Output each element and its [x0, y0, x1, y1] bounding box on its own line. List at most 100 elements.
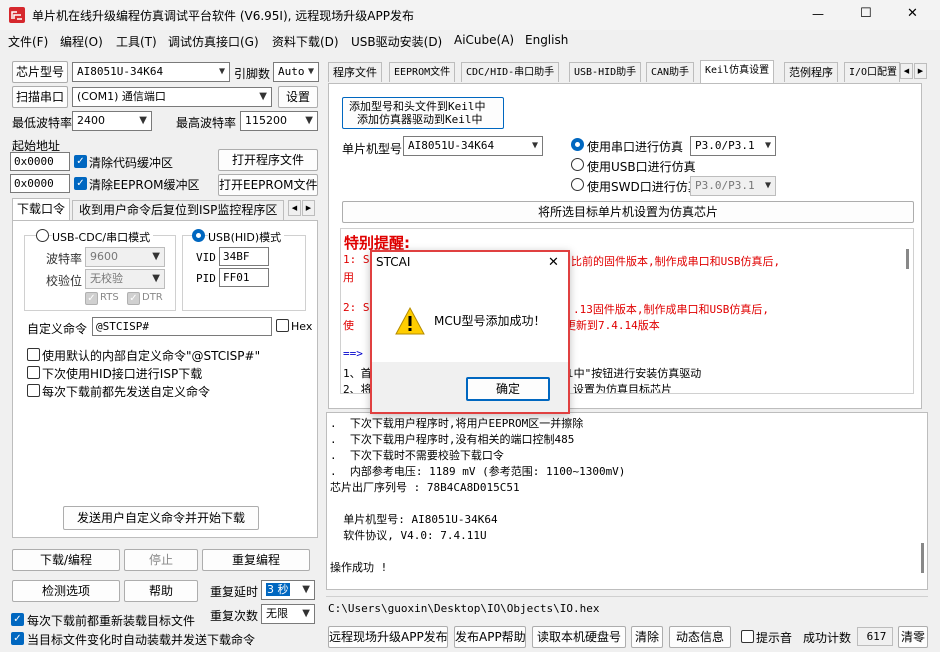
pins-select[interactable]: Auto ▼: [273, 62, 319, 82]
cdc-mode-radio[interactable]: [36, 229, 49, 242]
minimize-button[interactable]: —: [812, 7, 824, 21]
menu-debug[interactable]: 调试仿真接口(G): [168, 33, 259, 50]
tab-keil-settings[interactable]: Keil仿真设置: [700, 60, 775, 83]
tab-serial-assistant[interactable]: CDC/HID-串口助手: [461, 62, 560, 82]
tab-usb-hid-assistant[interactable]: USB-HID助手: [569, 62, 642, 82]
clear-code-checkbox[interactable]: ✓: [74, 155, 87, 168]
parity-select[interactable]: 无校验 ▼: [85, 269, 165, 289]
hid-isp-checkbox[interactable]: [27, 366, 40, 379]
hex-checkbox[interactable]: [276, 319, 289, 332]
dialog-ok-button[interactable]: 确定: [466, 377, 550, 401]
clear-log-button[interactable]: 清除: [631, 626, 663, 648]
mcu-model-label: 单片机型号: [342, 142, 403, 156]
notice-tail: .13固件版本,制作成串口和USB仿真后,: [573, 303, 769, 316]
menu-file[interactable]: 文件(F): [8, 33, 48, 50]
chevron-down-icon: ▼: [218, 66, 225, 77]
clear-eeprom-label: 清除EEPROM缓冲区: [89, 178, 200, 192]
download-program-button[interactable]: 下载/编程: [12, 549, 120, 571]
menu-usb-driver[interactable]: USB驱动安装(D): [351, 33, 442, 50]
dtr-checkbox[interactable]: ✓: [127, 292, 140, 305]
set-emulator-chip-button[interactable]: 将所选目标单片机设置为仿真芯片: [342, 201, 914, 223]
clear-code-label: 清除代码缓冲区: [89, 156, 174, 170]
min-baud-select[interactable]: 2400 ▼: [72, 111, 152, 131]
stop-button[interactable]: 停止: [124, 549, 198, 571]
mcu-model-select[interactable]: AI8051U-34K64 ▼: [403, 136, 543, 156]
menu-tools[interactable]: 工具(T): [116, 33, 157, 50]
notice-scrollbar[interactable]: [906, 249, 909, 269]
tab-can-assistant[interactable]: CAN助手: [646, 62, 695, 82]
send-before-download-label: 每次下载前都先发送自定义命令: [42, 385, 211, 399]
chevron-down-icon: ▼: [139, 115, 147, 126]
tab-io-config[interactable]: I/O口配置: [844, 62, 900, 82]
send-command-download-button[interactable]: 发送用户自定义命令并开始下载: [63, 506, 259, 530]
notice-line: ==>: [343, 347, 363, 360]
code-address-input[interactable]: 0x0000: [10, 152, 70, 171]
repeat-program-button[interactable]: 重复编程: [202, 549, 310, 571]
app-icon: [8, 6, 26, 24]
chip-model-select[interactable]: AI8051U-34K64 ▼: [72, 62, 230, 82]
repeat-count-select[interactable]: 无限 ▼: [261, 604, 315, 624]
menu-program[interactable]: 编程(O): [60, 33, 103, 50]
log-scrollbar[interactable]: [921, 543, 924, 573]
auto-load-checkbox[interactable]: ✓: [11, 632, 24, 645]
serial-pins-select[interactable]: P3.0/P3.1 ▼: [690, 136, 776, 156]
custom-command-input[interactable]: @STCISP#: [92, 317, 272, 336]
menu-docs[interactable]: 资料下载(D): [272, 33, 339, 50]
open-eeprom-button[interactable]: 打开EEPROM文件: [218, 174, 318, 196]
tab-scroll-right-icon[interactable]: ▶: [914, 63, 927, 79]
serial-sim-radio[interactable]: [571, 138, 584, 151]
max-baud-select[interactable]: 115200 ▼: [240, 111, 318, 131]
rts-label: RTS: [100, 292, 119, 303]
notice-tail: 设置为仿真目标芯片: [573, 383, 672, 394]
rts-checkbox[interactable]: ✓: [85, 292, 98, 305]
title-bar: 单片机在线升级编程仿真调试平台软件 (V6.95I), 远程现场升级APP发布 …: [0, 0, 940, 30]
port-select[interactable]: (COM1) 通信端口 ▼: [72, 87, 272, 107]
reset-count-button[interactable]: 清零: [898, 626, 928, 648]
success-count-value: 617: [857, 627, 893, 646]
swd-pins-select[interactable]: P3.0/P3.1 ▼: [690, 176, 776, 196]
max-baud-value: 115200: [245, 114, 287, 127]
tab-program-file[interactable]: 程序文件: [328, 62, 382, 82]
send-before-download-checkbox[interactable]: [27, 384, 40, 397]
menu-aicube[interactable]: AiCube(A): [454, 33, 514, 47]
baud-select[interactable]: 9600 ▼: [85, 247, 165, 267]
open-program-button[interactable]: 打开程序文件: [218, 149, 318, 171]
help-button[interactable]: 帮助: [124, 580, 198, 602]
scan-port-button[interactable]: 扫描串口: [12, 86, 68, 108]
usb-sim-radio[interactable]: [571, 158, 584, 171]
hid-isp-label: 下次使用HID接口进行ISP下载: [42, 367, 203, 381]
beep-checkbox[interactable]: [741, 630, 754, 643]
tab-reset-isp[interactable]: 收到用户命令后复位到ISP监控程序区: [72, 200, 284, 220]
menu-english[interactable]: English: [525, 33, 568, 47]
tab-eeprom-file[interactable]: EEPROM文件: [389, 62, 456, 82]
tab-examples[interactable]: 范例程序: [784, 62, 838, 82]
log-line: 操作成功 !: [330, 561, 388, 574]
reload-each-checkbox[interactable]: ✓: [11, 613, 24, 626]
eeprom-address-input[interactable]: 0x0000: [10, 174, 70, 193]
settings-button[interactable]: 设置: [278, 86, 318, 108]
chip-model-button[interactable]: 芯片型号: [12, 61, 68, 83]
clear-eeprom-checkbox[interactable]: ✓: [74, 177, 87, 190]
vid-input[interactable]: 34BF: [219, 247, 269, 266]
default-command-checkbox[interactable]: [27, 348, 40, 361]
swd-sim-radio[interactable]: [571, 178, 584, 191]
notice-line: 2: S: [343, 301, 370, 314]
tab-scroll-left-icon[interactable]: ◀: [900, 63, 913, 79]
tab-scroll-left-icon[interactable]: ◀: [288, 200, 301, 216]
maximize-button[interactable]: ☐: [860, 6, 872, 21]
publish-app-button[interactable]: 远程现场升级APP发布: [328, 626, 448, 648]
publish-help-button[interactable]: 发布APP帮助: [454, 626, 526, 648]
repeat-delay-select[interactable]: 3 秒 ▼: [261, 580, 315, 600]
add-to-keil-button[interactable]: 添加型号和头文件到Keil中 添加仿真器驱动到Keil中: [342, 97, 504, 129]
tab-download-password[interactable]: 下载口令: [12, 198, 70, 220]
dialog-close-icon[interactable]: ✕: [548, 255, 559, 270]
detect-options-button[interactable]: 检测选项: [12, 580, 120, 602]
close-button[interactable]: ✕: [907, 6, 918, 21]
tab-scroll-right-icon[interactable]: ▶: [302, 200, 315, 216]
read-disk-button[interactable]: 读取本机硬盘号: [532, 626, 626, 648]
pid-input[interactable]: FF01: [219, 268, 269, 287]
hid-mode-radio[interactable]: [192, 229, 205, 242]
notice-line: 1: S: [343, 253, 370, 266]
success-count-label: 成功计数: [803, 631, 852, 645]
dynamic-info-button[interactable]: 动态信息: [669, 626, 731, 648]
